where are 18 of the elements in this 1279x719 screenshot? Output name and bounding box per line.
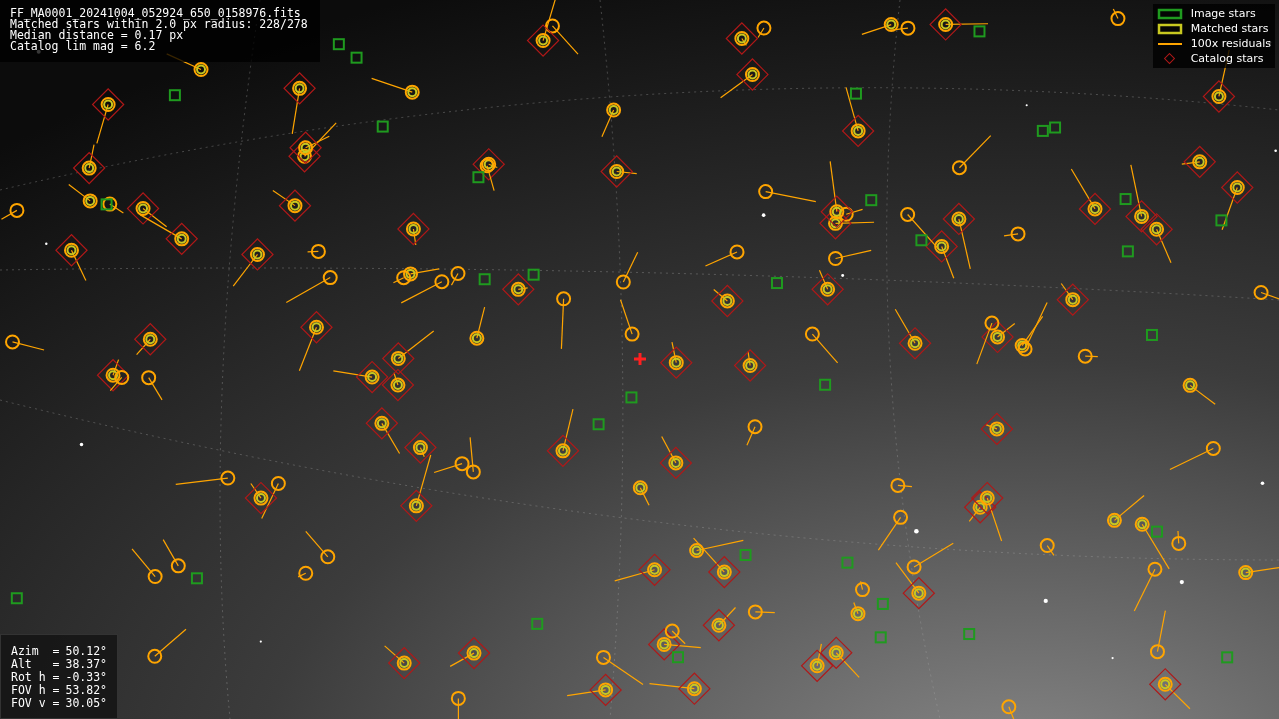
legend-label: 100x residuals [1190,37,1271,51]
pointing-label: Rot h = [11,671,60,684]
legend-label: Matched stars [1190,22,1270,36]
info-line: Catalog lim mag = 6.2 [10,41,157,52]
legend-label: Image stars [1190,7,1257,21]
pointing-value: 30.05° [65,697,107,710]
pointing-label: Alt = [11,658,60,671]
legend-label: Catalog stars [1190,52,1265,66]
info-line: Matched stars within 2.0 px radius: 228/278 [10,19,309,30]
pointing-value: -0.33° [65,671,107,684]
pointing-value: 38.37° [65,658,107,671]
info-line: Median distance = 0.17 px [10,30,184,41]
pointing-label: Azim = [11,645,60,658]
info-line: FF_MA0001_20241004_052924_650_0158976.fits [10,8,301,19]
pointing-label: FOV v = [11,697,60,710]
pointing-value: 53.82° [65,684,107,697]
pointing-value: 50.12° [65,645,107,658]
pointing-label: FOV h = [11,684,60,697]
